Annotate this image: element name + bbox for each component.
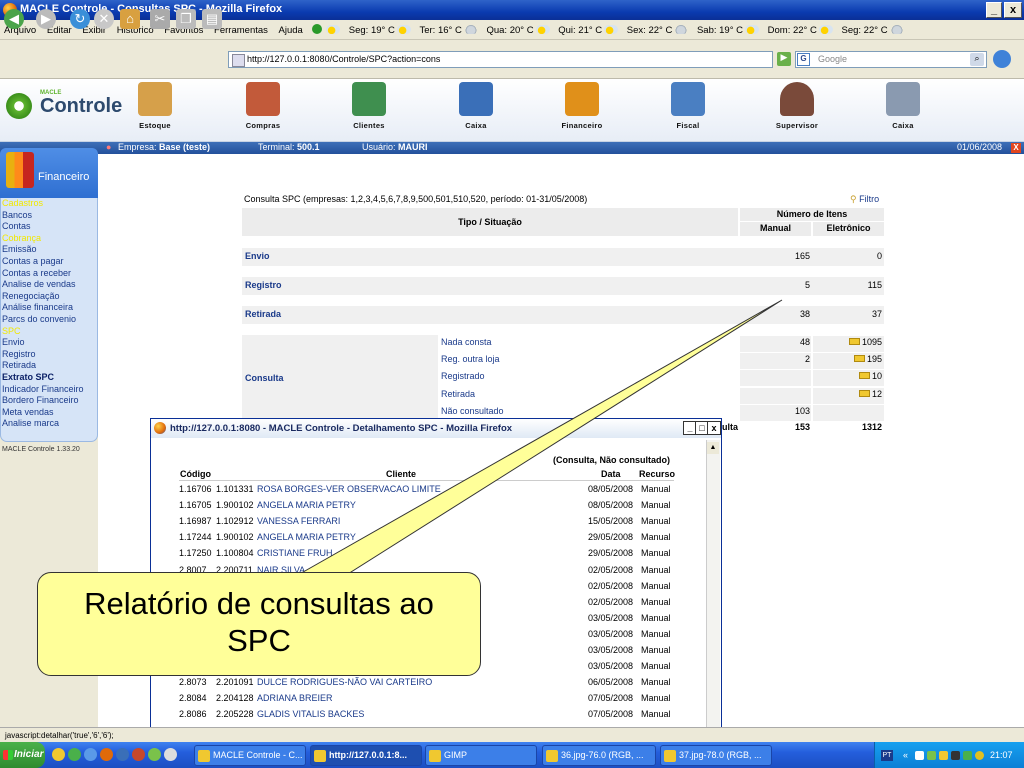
tray-volume-icon[interactable]: [939, 751, 948, 760]
tray-expand-icon[interactable]: «: [903, 750, 908, 760]
quicklaunch-media-icon[interactable]: [132, 748, 145, 761]
tray-update-icon[interactable]: [975, 751, 984, 760]
annotation-callout: Relatório de consultas ao SPC: [37, 572, 481, 676]
quicklaunch-firefox-icon[interactable]: [100, 748, 113, 761]
taskbar-button[interactable]: 37.jpg-78.0 (RGB, ...: [660, 745, 772, 766]
tray-security-icon[interactable]: [927, 751, 936, 760]
start-button[interactable]: Iniciar: [0, 742, 45, 768]
quicklaunch-folder-icon[interactable]: [52, 748, 65, 761]
quicklaunch-network-icon[interactable]: [116, 748, 129, 761]
system-clock: 21:07: [990, 750, 1013, 760]
language-icon[interactable]: PT: [881, 750, 893, 761]
quicklaunch-browser-icon[interactable]: [68, 748, 81, 761]
taskbar-button[interactable]: GIMP: [425, 745, 537, 766]
callout-line1: Relatório de consultas ao: [84, 586, 434, 621]
callout-line2: SPC: [227, 623, 291, 658]
taskbar-button[interactable]: http://127.0.0.1:8...: [310, 745, 422, 766]
taskbar-button[interactable]: 36.jpg-76.0 (RGB, ...: [542, 745, 656, 766]
quicklaunch-app-icon[interactable]: [84, 748, 97, 761]
quicklaunch-tool-icon[interactable]: [148, 748, 161, 761]
tray-display-icon[interactable]: [951, 751, 960, 760]
browser-status-bar: javascript:detalhar('true','6','6');: [0, 727, 1024, 742]
tray-network-icon[interactable]: [915, 751, 924, 760]
taskbar-button[interactable]: MACLE Controle - C...: [194, 745, 306, 766]
quicklaunch-desktop-icon[interactable]: [164, 748, 177, 761]
tray-shield-icon[interactable]: [963, 751, 972, 760]
